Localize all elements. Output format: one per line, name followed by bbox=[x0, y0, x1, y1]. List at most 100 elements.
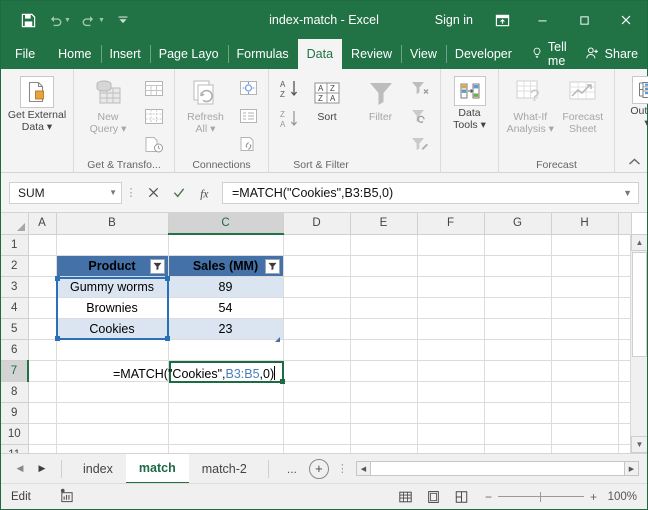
cell-c6[interactable] bbox=[168, 339, 284, 361]
formula-input[interactable]: =MATCH("Cookies",B3:B5,0) ▼ bbox=[222, 181, 639, 204]
cell-e11[interactable] bbox=[350, 444, 418, 453]
cell-b9[interactable] bbox=[56, 402, 169, 424]
zoom-slider-handle[interactable] bbox=[539, 491, 541, 502]
row-header-3[interactable]: 3 bbox=[1, 276, 29, 298]
cell-b7[interactable] bbox=[56, 360, 169, 382]
refresh-all-button[interactable]: Refresh All ▾ bbox=[180, 73, 231, 135]
edit-links-button[interactable] bbox=[233, 131, 263, 157]
cell-f3[interactable] bbox=[417, 276, 485, 298]
cell-b3[interactable]: Gummy worms bbox=[56, 276, 169, 298]
cell-d3[interactable] bbox=[283, 276, 351, 298]
zoom-track[interactable] bbox=[497, 490, 584, 504]
forecast-sheet-button[interactable]: Forecast Sheet bbox=[557, 73, 610, 135]
zoom-slider[interactable]: − + bbox=[479, 490, 597, 504]
cancel-formula-button[interactable] bbox=[140, 181, 166, 205]
cell-a5[interactable] bbox=[28, 318, 57, 340]
undo-dropdown-caret[interactable]: ▼ bbox=[64, 17, 75, 24]
horizontal-scrollbar[interactable]: ◀ ▶ bbox=[355, 461, 639, 476]
reapply-filter-button[interactable] bbox=[405, 103, 435, 129]
cell-a4[interactable] bbox=[28, 297, 57, 319]
horizontal-scroll-grip[interactable]: ⋮ bbox=[329, 462, 356, 475]
cell-h1[interactable] bbox=[551, 234, 619, 256]
page-break-preview-button[interactable] bbox=[451, 487, 473, 507]
save-button[interactable] bbox=[15, 7, 41, 33]
cell-g1[interactable] bbox=[484, 234, 552, 256]
cell-f11[interactable] bbox=[417, 444, 485, 453]
cell-f2[interactable] bbox=[417, 255, 485, 277]
cell-h6[interactable] bbox=[551, 339, 619, 361]
cell-h8[interactable] bbox=[551, 381, 619, 403]
cell-g3[interactable] bbox=[484, 276, 552, 298]
vertical-scroll-thumb[interactable] bbox=[632, 252, 647, 357]
column-header-e[interactable]: E bbox=[350, 213, 418, 235]
scroll-up-button[interactable]: ▲ bbox=[631, 234, 647, 251]
cell-c9[interactable] bbox=[168, 402, 284, 424]
row-header-4[interactable]: 4 bbox=[1, 297, 29, 319]
row-header-6[interactable]: 6 bbox=[1, 339, 29, 361]
tab-developer[interactable]: Developer bbox=[445, 39, 521, 69]
cell-d11[interactable] bbox=[283, 444, 351, 453]
tab-formulas[interactable]: Formulas bbox=[227, 39, 298, 69]
page-layout-view-button[interactable] bbox=[423, 487, 445, 507]
row-header-5[interactable]: 5 bbox=[1, 318, 29, 340]
redo-dropdown-caret[interactable]: ▼ bbox=[98, 17, 109, 24]
row-header-2[interactable]: 2 bbox=[1, 255, 29, 277]
cell-a7[interactable] bbox=[28, 360, 57, 382]
clear-filter-button[interactable] bbox=[405, 75, 435, 101]
name-box[interactable]: SUM ▼ bbox=[9, 181, 122, 204]
tab-view[interactable]: View bbox=[401, 39, 446, 69]
connections-button[interactable] bbox=[233, 75, 263, 101]
collapse-ribbon-icon[interactable] bbox=[628, 157, 641, 170]
cell-c8[interactable] bbox=[168, 381, 284, 403]
close-button[interactable] bbox=[605, 1, 647, 39]
cell-d10[interactable] bbox=[283, 423, 351, 445]
minimize-button[interactable] bbox=[521, 1, 563, 39]
add-sheet-button[interactable]: + bbox=[308, 458, 329, 479]
cell-g8[interactable] bbox=[484, 381, 552, 403]
cell-a8[interactable] bbox=[28, 381, 57, 403]
dropdown-caret-icon[interactable]: ▾ bbox=[481, 119, 486, 131]
filter-dropdown-sales[interactable] bbox=[264, 258, 280, 274]
cell-g9[interactable] bbox=[484, 402, 552, 424]
scroll-left-button[interactable]: ◀ bbox=[355, 461, 371, 476]
advanced-filter-button[interactable] bbox=[405, 131, 435, 157]
cell-e8[interactable] bbox=[350, 381, 418, 403]
column-header-c[interactable]: C bbox=[168, 213, 284, 235]
get-external-data-button[interactable]: Get External Data ▾ bbox=[6, 73, 68, 133]
cell-f6[interactable] bbox=[417, 339, 485, 361]
table-header-sales[interactable]: Sales (MM) bbox=[168, 255, 284, 277]
sheet-tab-match[interactable]: match bbox=[125, 453, 189, 484]
undo-button[interactable]: ▼ bbox=[42, 7, 75, 33]
previous-sheet-button[interactable]: ◀ bbox=[9, 458, 31, 480]
sheet-tab-index[interactable]: index bbox=[70, 454, 126, 484]
cell-e3[interactable] bbox=[350, 276, 418, 298]
cell-d2[interactable] bbox=[283, 255, 351, 277]
column-header-partial[interactable] bbox=[618, 213, 632, 235]
cell-a9[interactable] bbox=[28, 402, 57, 424]
row-header-8[interactable]: 8 bbox=[1, 381, 29, 403]
cell-d7[interactable] bbox=[283, 360, 351, 382]
table-resize-handle-icon[interactable] bbox=[275, 337, 280, 342]
dropdown-caret-icon[interactable]: ▾ bbox=[644, 117, 648, 129]
cell-a1[interactable] bbox=[28, 234, 57, 256]
record-macro-icon[interactable] bbox=[59, 488, 74, 506]
cell-d8[interactable] bbox=[283, 381, 351, 403]
cell-f1[interactable] bbox=[417, 234, 485, 256]
cell-b5[interactable]: Cookies bbox=[56, 318, 169, 340]
scroll-down-button[interactable]: ▼ bbox=[631, 436, 647, 453]
tab-home[interactable]: Home bbox=[49, 39, 100, 69]
normal-view-button[interactable] bbox=[395, 487, 417, 507]
cell-h11[interactable] bbox=[551, 444, 619, 453]
cell-b11[interactable] bbox=[56, 444, 169, 453]
cell-e2[interactable] bbox=[350, 255, 418, 277]
share-button[interactable]: Share bbox=[577, 39, 648, 69]
cell-h9[interactable] bbox=[551, 402, 619, 424]
select-all-button[interactable] bbox=[1, 213, 29, 235]
cell-d4[interactable] bbox=[283, 297, 351, 319]
dropdown-caret-icon[interactable]: ▾ bbox=[549, 123, 554, 135]
insert-function-button[interactable]: fx bbox=[192, 181, 218, 205]
cell-d9[interactable] bbox=[283, 402, 351, 424]
cell-g11[interactable] bbox=[484, 444, 552, 453]
cell-a10[interactable] bbox=[28, 423, 57, 445]
table-header-product[interactable]: Product bbox=[56, 255, 169, 277]
